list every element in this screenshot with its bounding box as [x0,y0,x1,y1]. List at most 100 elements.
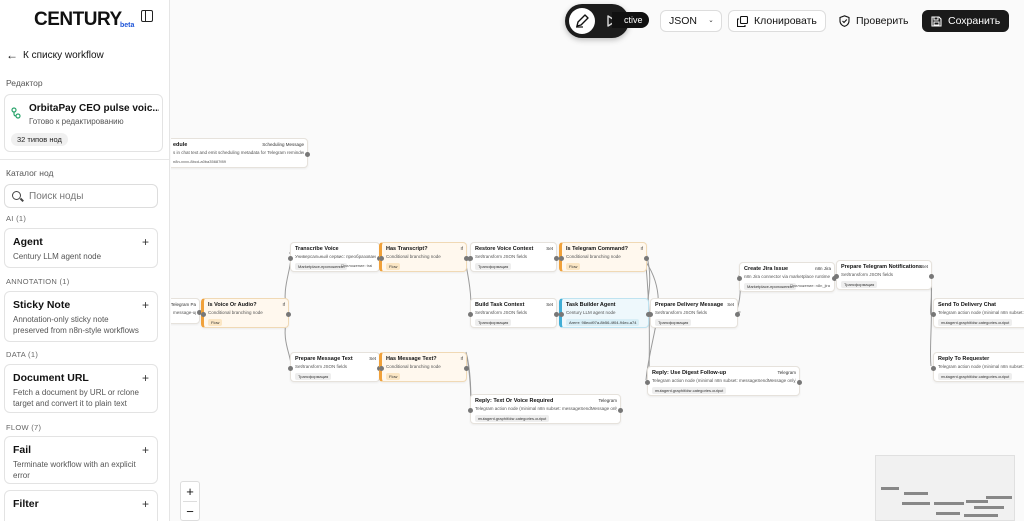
graph-node-title: Build Task Context [475,302,525,308]
plus-icon[interactable]: + [142,235,149,249]
zoom-in-button[interactable]: + [181,482,199,501]
plus-icon[interactable]: + [142,443,149,457]
zoom-out-button[interactable]: − [181,502,199,521]
plus-icon[interactable]: + [142,371,149,385]
graph-node-chip: Flow [208,319,223,326]
save-button[interactable]: Сохранить [922,10,1010,32]
graph-node-desc: Telegram action node (minimal n8n subset… [938,364,1024,369]
input-port[interactable] [559,256,564,261]
minimap[interactable] [875,455,1015,521]
pen-tool-button[interactable] [569,8,595,34]
category-label-annotation: ANNOTATION (1) [6,277,70,286]
catalog-node-filter[interactable]: Filter + [4,490,158,521]
format-select-label: JSON [669,15,698,27]
catalog-node-fail[interactable]: Fail Terminate workflow with an explicit… [4,436,158,484]
output-port[interactable] [929,274,934,279]
graph-node-task-agent[interactable]: Task Builder Agent Century LLM agent node… [559,298,651,328]
chevron-down-icon [709,20,713,23]
input-port[interactable] [468,408,473,413]
graph-node-is-voice[interactable]: Is Voice Or Audio? If Conditional branchin… [201,298,291,328]
graph-node-desc: Conditional branching node [386,254,441,259]
graph-node-is-cmd[interactable]: Is Telegram Command? If Conditional branch… [559,242,649,272]
input-port[interactable] [468,312,473,317]
workflow-card[interactable]: OrbitaPay CEO pulse voic... Готово к ред… [4,94,163,152]
output-port[interactable] [797,380,802,385]
graph-node-title: edule [173,142,188,148]
graph-node-desc: Conditional branching node [208,310,263,315]
input-port[interactable] [931,366,936,371]
plus-icon[interactable]: + [142,298,149,312]
arrow-left-icon: ← [6,48,18,62]
graph-node-transcribe[interactable]: Transcribe Voice Универсальный сервис: пр… [288,242,382,272]
format-select[interactable]: JSON [660,10,722,32]
graph-node-chip: Агент: 98ecd97a-8b56-4f04-94ec-a74 [566,319,640,326]
graph-node-digest[interactable]: Reply: Use Digest Follow-up Telegram Teleg… [645,366,802,396]
node-search-input[interactable] [29,189,154,204]
graph-node-tg-in[interactable]: Telegram Pa message-up [171,298,202,324]
active-status-badge: ctive [612,12,649,28]
input-port[interactable] [201,312,206,317]
input-port[interactable] [931,312,936,317]
catalog-node-agent[interactable]: Agent Century LLM agent node + [4,228,158,268]
graph-node-restore[interactable]: Restore Voice Context Set Set/transform JS… [468,242,559,272]
node-search-box[interactable] [4,184,158,208]
catalog-node-name: Agent [13,236,43,248]
input-port[interactable] [834,274,839,279]
graph-node-desc: n8n Jira connector via marketplace runti… [744,274,831,279]
plus-icon[interactable]: + [142,497,149,511]
graph-node-prepare-delivery[interactable]: Prepare Delivery Message Set Set/transform… [648,298,740,328]
category-label-ai: AI (1) [6,214,27,223]
graph-node-has-transcript[interactable]: Has Transcript? If Conditional branching n… [379,242,469,272]
graph-node-build-task[interactable]: Build Task Context Set Set/transform JSON … [468,298,559,328]
input-port[interactable] [379,366,384,371]
minimap-node [936,512,960,515]
graph-node-title: Task Builder Agent [566,302,616,308]
graph-node-send-chat[interactable]: Send To Delivery Chat Telegram action nod… [931,298,1024,328]
graph-node-desc: Универсальный сервис: преобразование тек… [295,254,376,259]
input-port[interactable] [288,256,293,261]
input-port[interactable] [737,276,742,281]
panel-toggle-icon[interactable] [141,10,153,22]
input-port[interactable] [288,366,293,371]
graph-node-has-msg[interactable]: Has Message Text? If Conditional branching… [379,352,469,382]
check-button[interactable]: Проверить [830,10,918,32]
clone-button[interactable]: Клонировать [728,10,826,32]
graph-node-reply-req[interactable]: Reply To Requester Telegram action node (… [931,352,1024,382]
copy-icon [737,15,748,27]
output-port[interactable] [644,256,649,261]
graph-node-app: Приложение: trai [341,263,373,268]
workflow-canvas[interactable]: edule Scheduling Message s in chat text an… [171,0,1024,521]
node-types-badge: 32 типов нод [11,133,68,146]
catalog-node-name: Document URL [13,372,89,384]
sidebar: CENTURY beta ← К списку workflow Редакто… [0,0,170,521]
back-to-workflows-link[interactable]: ← К списку workflow [6,48,104,62]
graph-node-desc: Telegram action node (minimal n8n subset… [652,378,796,383]
output-port[interactable] [735,312,740,317]
input-port[interactable] [559,312,564,317]
graph-node-desc: Set/transform JSON fields [475,254,528,259]
input-port[interactable] [468,256,473,261]
output-port[interactable] [464,366,469,371]
graph-node-prep-msg[interactable]: Prepare Message Text Set Set/transform JSO… [288,352,382,382]
graph-node-type: If [460,246,463,251]
input-port[interactable] [645,380,650,385]
category-label-data: DATA (1) [6,350,39,359]
sidebar-divider [0,159,169,160]
output-port[interactable] [286,312,291,317]
graph-node-type: n8n Jira [814,266,831,271]
graph-node-prepare-notif[interactable]: Prepare Telegram Notifications Set Set/tra… [834,260,934,290]
input-port[interactable] [648,312,653,317]
back-link-label: К списку workflow [23,49,104,61]
graph-node-chip: Трансформация [475,319,512,326]
graph-node-jira[interactable]: Create Jira Issue n8n Jira n8n Jira connec… [737,262,837,292]
graph-node-title: Transcribe Voice [295,246,339,252]
graph-node-schedule[interactable]: edule Scheduling Message s in chat text an… [171,138,310,168]
output-port[interactable] [618,408,623,413]
graph-node-chip: Трансформация [841,281,878,288]
input-port[interactable] [379,256,384,261]
graph-node-text-req[interactable]: Reply: Text Or Voice Required Telegram Tel… [468,394,623,424]
output-port[interactable] [305,152,310,157]
catalog-node-sticky-note[interactable]: Sticky Note Annotation-only sticky note … [4,291,158,342]
catalog-node-desc: Fetch a document by URL or rclone target… [13,388,139,408]
catalog-node-document-url[interactable]: Document URL Fetch a document by URL or … [4,364,158,413]
